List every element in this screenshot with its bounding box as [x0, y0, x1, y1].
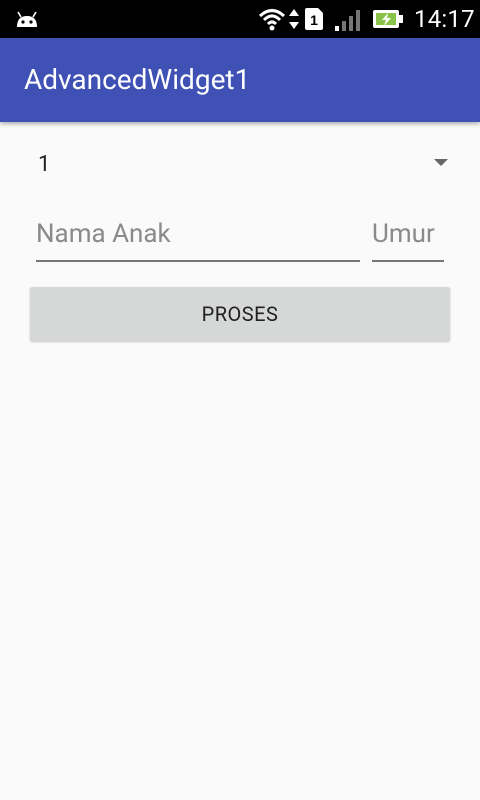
status-bar: 1 14:17	[0, 0, 480, 38]
data-arrows-icon	[289, 9, 299, 29]
app-bar: AdvancedWidget1	[0, 38, 480, 122]
nama-anak-field	[36, 210, 360, 262]
proses-button[interactable]: PROSES	[30, 287, 450, 341]
wifi-icon	[258, 9, 286, 31]
sim-card-icon: 1	[305, 8, 323, 30]
battery-charging-icon	[373, 10, 403, 28]
sim-number: 1	[310, 12, 318, 28]
spinner-selected-value: 1	[38, 152, 51, 177]
umur-input[interactable]	[372, 210, 444, 258]
app-title: AdvancedWidget1	[24, 63, 251, 96]
android-icon	[17, 11, 37, 27]
signal-icon	[335, 10, 360, 31]
dropdown-arrow-icon	[434, 159, 448, 166]
status-time: 14:17	[414, 5, 475, 33]
nama-anak-input[interactable]	[36, 210, 360, 258]
number-spinner[interactable]: 1	[30, 142, 450, 186]
umur-field	[372, 210, 444, 262]
